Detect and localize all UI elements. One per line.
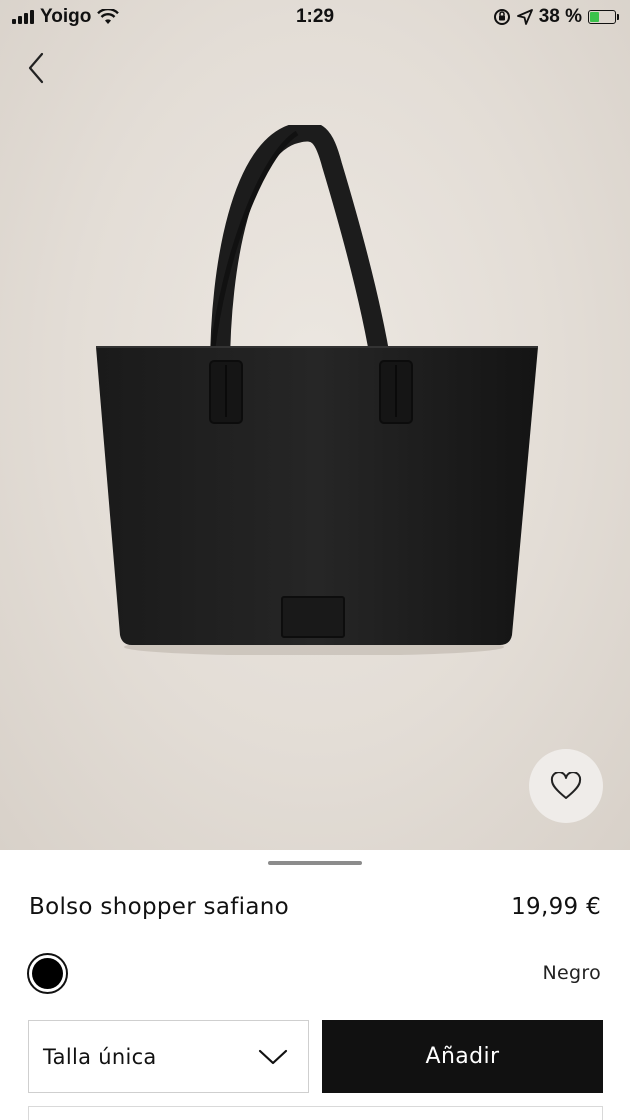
- sheet-handle[interactable]: [268, 861, 362, 865]
- color-swatch[interactable]: [27, 953, 68, 994]
- size-select[interactable]: Talla única: [28, 1020, 309, 1093]
- battery-level: [590, 12, 600, 22]
- bag-illustration: [96, 125, 538, 655]
- next-section-card: [28, 1106, 603, 1120]
- back-button[interactable]: [16, 46, 56, 90]
- product-sheet: Bolso shopper safiano 19,99 € Negro Tall…: [0, 850, 630, 1120]
- product-image[interactable]: Yoigo 1:29 38 %: [0, 0, 630, 850]
- product-price: 19,99 €: [511, 894, 601, 920]
- battery-percent: 38 %: [538, 6, 582, 27]
- battery-icon: [588, 10, 619, 24]
- chevron-left-icon: [28, 52, 44, 84]
- status-right: 38 %: [493, 6, 619, 28]
- status-bar: Yoigo 1:29 38 %: [0, 0, 630, 36]
- location-arrow-icon: [516, 9, 533, 25]
- color-swatch-fill: [32, 958, 63, 989]
- add-to-cart-button[interactable]: Añadir: [322, 1020, 603, 1093]
- size-select-value: Talla única: [43, 1044, 157, 1069]
- product-name: Bolso shopper safiano: [29, 894, 289, 920]
- orientation-lock-icon: [493, 9, 510, 25]
- color-name: Negro: [542, 962, 601, 984]
- favorite-button[interactable]: [529, 749, 603, 823]
- chevron-down-icon: [258, 1049, 288, 1064]
- heart-icon: [550, 772, 582, 799]
